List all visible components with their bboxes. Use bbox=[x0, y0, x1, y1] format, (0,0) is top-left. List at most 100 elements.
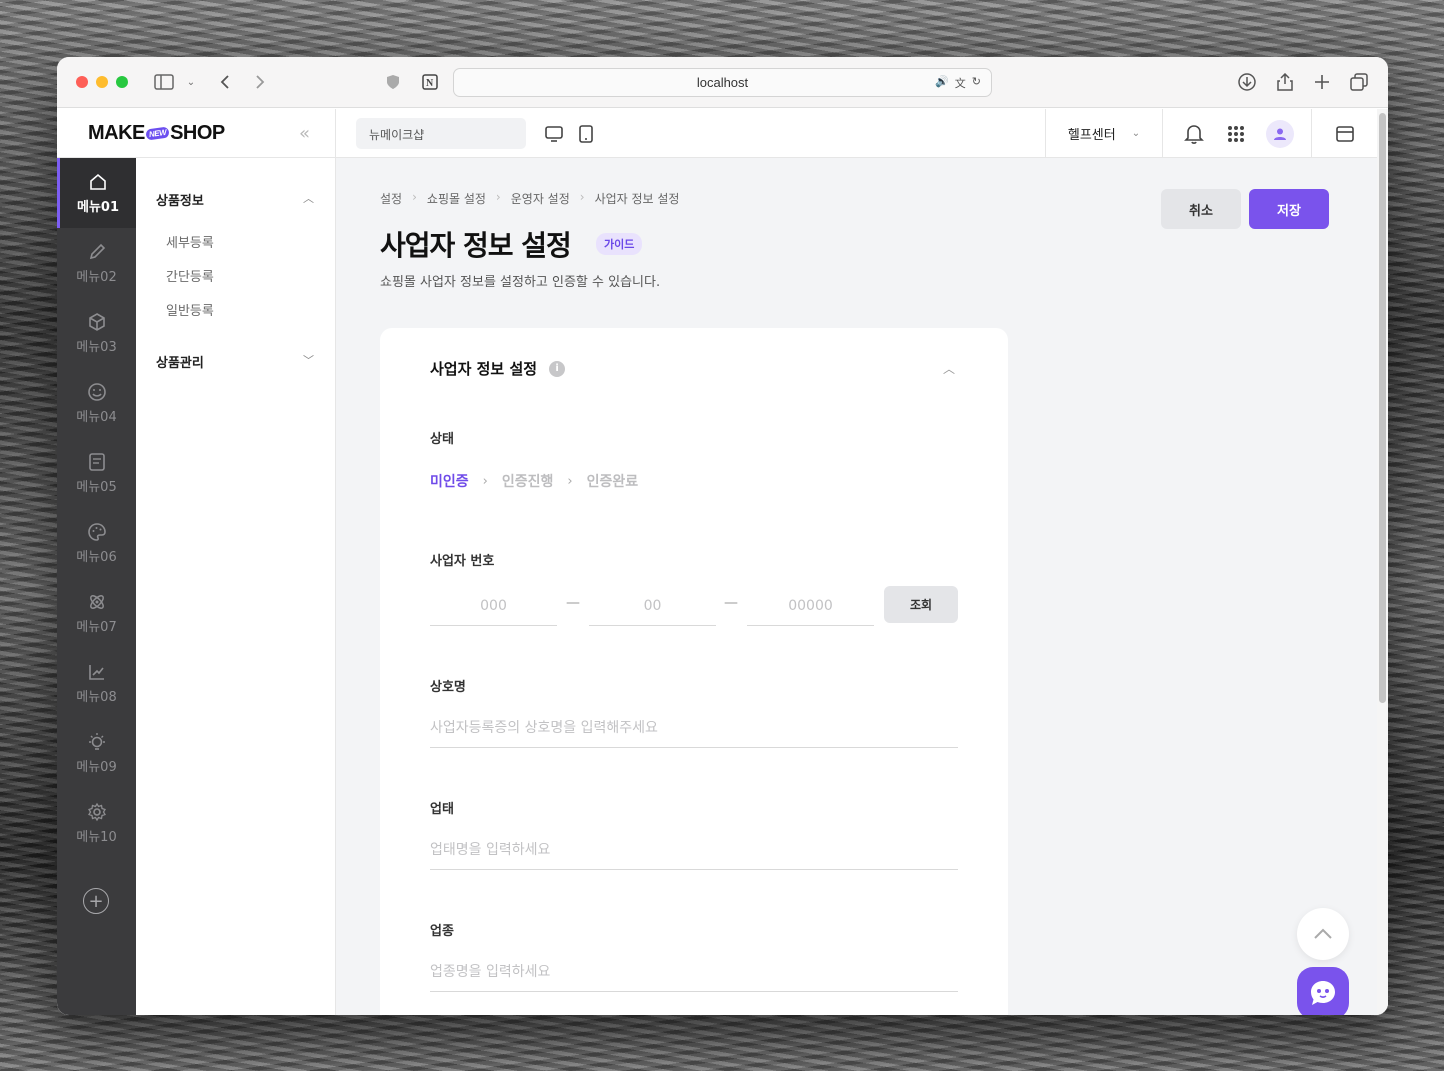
rail-item-menu06[interactable]: 메뉴06 bbox=[57, 508, 136, 578]
tab-overview-icon[interactable] bbox=[1347, 70, 1371, 94]
bell-icon[interactable] bbox=[1182, 122, 1206, 146]
sidebar-toggle-icon[interactable] bbox=[152, 70, 176, 94]
browser-window: ⌄ N localhost 🔊 文 ↻ MAKE NEW SHOP « 뉴메이크… bbox=[57, 57, 1388, 1015]
page-title: 사업자 정보 설정 bbox=[380, 229, 572, 262]
rail-item-label: 메뉴10 bbox=[76, 829, 117, 845]
share-icon[interactable] bbox=[1273, 70, 1297, 94]
help-center-label: 헬프센터 bbox=[1067, 128, 1116, 143]
bulb-icon bbox=[88, 732, 105, 750]
panel-toggle-button[interactable] bbox=[1311, 109, 1377, 158]
rail-item-menu01[interactable]: 메뉴01 bbox=[57, 158, 136, 228]
reload-icon[interactable]: ↻ bbox=[972, 75, 981, 91]
rail-item-menu07[interactable]: 메뉴07 bbox=[57, 578, 136, 648]
address-bar-icons: 🔊 文 ↻ bbox=[935, 75, 981, 91]
scrollbar-thumb[interactable] bbox=[1379, 113, 1386, 703]
translate-icon[interactable]: 文 bbox=[955, 75, 966, 91]
business-number-part2-input[interactable]: 00 bbox=[589, 586, 716, 626]
card-title-text: 사업자 정보 설정 bbox=[430, 360, 538, 378]
logo-text-make: MAKE bbox=[88, 122, 145, 144]
makeshop-logo[interactable]: MAKE NEW SHOP bbox=[88, 122, 225, 145]
shop-selector[interactable]: 뉴메이크샵 bbox=[356, 118, 526, 149]
subnav-item-simple-registration[interactable]: 간단등록 bbox=[166, 266, 214, 285]
save-button[interactable]: 저장 bbox=[1249, 189, 1329, 229]
user-avatar[interactable] bbox=[1266, 120, 1294, 148]
main-menu-rail: 메뉴01 메뉴02 메뉴03 메뉴04 메뉴05 메뉴06 메뉴07 메뉴08 … bbox=[57, 158, 136, 1015]
collapse-sidebar-icon[interactable]: « bbox=[299, 123, 310, 144]
rail-item-label: 메뉴03 bbox=[76, 339, 117, 355]
back-arrow-icon[interactable] bbox=[213, 70, 237, 94]
breadcrumb-item[interactable]: 쇼핑몰 설정 bbox=[427, 190, 486, 207]
rail-item-menu09[interactable]: 메뉴09 bbox=[57, 718, 136, 788]
scroll-to-top-button[interactable] bbox=[1297, 908, 1349, 960]
logo-badge-new: NEW bbox=[145, 126, 170, 141]
subnav-group-product-info[interactable]: 상품정보 ︿ bbox=[156, 190, 314, 209]
business-item-input[interactable]: 업종명을 입력하세요 bbox=[430, 952, 958, 992]
rail-item-menu08[interactable]: 메뉴08 bbox=[57, 648, 136, 718]
business-type-input[interactable]: 업태명을 입력하세요 bbox=[430, 830, 958, 870]
cancel-button[interactable]: 취소 bbox=[1161, 189, 1241, 229]
palette-icon bbox=[87, 522, 106, 541]
help-center-dropdown[interactable]: 헬프센터 ⌄ bbox=[1045, 109, 1163, 158]
privacy-shield-icon[interactable] bbox=[381, 70, 405, 94]
notion-extension-icon[interactable]: N bbox=[418, 70, 442, 94]
page-scrollbar[interactable] bbox=[1377, 109, 1388, 1015]
atom-icon bbox=[89, 594, 104, 609]
url-text: localhost bbox=[696, 75, 749, 90]
header-divider bbox=[335, 109, 336, 158]
rail-item-label: 메뉴09 bbox=[76, 759, 117, 775]
business-number-label: 사업자 번호 bbox=[430, 554, 495, 569]
rail-item-label: 메뉴04 bbox=[76, 409, 117, 425]
business-item-label: 업종 bbox=[430, 924, 454, 939]
chevron-down-icon[interactable]: ⌄ bbox=[179, 70, 203, 94]
forward-arrow-icon[interactable] bbox=[248, 70, 272, 94]
company-name-input[interactable]: 사업자등록증의 상호명을 입력해주세요 bbox=[430, 708, 958, 748]
speaker-icon[interactable]: 🔊 bbox=[935, 75, 949, 91]
box-icon bbox=[88, 312, 105, 331]
breadcrumb-item[interactable]: 운영자 설정 bbox=[511, 190, 570, 207]
rail-item-menu04[interactable]: 메뉴04 bbox=[57, 368, 136, 438]
chevron-up-icon: ︿ bbox=[303, 192, 314, 205]
address-bar[interactable]: localhost 🔊 文 ↻ bbox=[453, 68, 992, 97]
breadcrumb-item[interactable]: 사업자 정보 설정 bbox=[595, 190, 680, 207]
logo-text-shop: SHOP bbox=[170, 122, 225, 144]
chevron-right-icon: › bbox=[567, 473, 573, 489]
svg-text:N: N bbox=[426, 78, 434, 89]
subnav-item-general-registration[interactable]: 일반등록 bbox=[166, 300, 214, 319]
rail-item-menu05[interactable]: 메뉴05 bbox=[57, 438, 136, 508]
chat-bot-icon bbox=[1311, 981, 1335, 1005]
chevron-right-icon: › bbox=[482, 473, 488, 489]
status-step-unverified: 미인증 bbox=[430, 474, 469, 490]
business-number-part1-input[interactable]: 000 bbox=[430, 586, 557, 626]
subnav-group-product-management[interactable]: 상품관리 ﹀ bbox=[156, 352, 314, 371]
breadcrumb: 설정 › 쇼핑몰 설정 › 운영자 설정 › 사업자 정보 설정 bbox=[380, 190, 679, 207]
mobile-view-icon[interactable] bbox=[576, 124, 596, 144]
apps-grid-icon[interactable] bbox=[1224, 122, 1248, 146]
chevron-up-icon[interactable]: ︿ bbox=[943, 360, 955, 377]
browser-toolbar: ⌄ N localhost 🔊 文 ↻ bbox=[57, 57, 1388, 108]
rail-item-label: 메뉴07 bbox=[76, 619, 117, 635]
download-icon[interactable] bbox=[1235, 70, 1259, 94]
chevron-right-icon: › bbox=[412, 190, 417, 204]
business-type-label: 업태 bbox=[430, 802, 454, 817]
zoom-window-button[interactable] bbox=[116, 76, 128, 88]
desktop-view-icon[interactable] bbox=[544, 124, 564, 144]
minimize-window-button[interactable] bbox=[96, 76, 108, 88]
new-tab-icon[interactable] bbox=[1310, 70, 1334, 94]
status-step-complete: 인증완료 bbox=[586, 474, 639, 490]
document-icon bbox=[88, 452, 105, 471]
sub-navigation: 상품정보 ︿ 세부등록 간단등록 일반등록 상품관리 ﹀ bbox=[136, 158, 336, 1015]
gear-icon bbox=[87, 802, 106, 821]
guide-badge[interactable]: 가이드 bbox=[596, 233, 643, 255]
lookup-button[interactable]: 조회 bbox=[884, 586, 958, 623]
rail-item-label: 메뉴08 bbox=[76, 689, 117, 705]
add-menu-icon[interactable]: + bbox=[83, 888, 109, 914]
rail-item-menu02[interactable]: 메뉴02 bbox=[57, 228, 136, 298]
breadcrumb-item[interactable]: 설정 bbox=[380, 190, 402, 207]
rail-item-menu10[interactable]: 메뉴10 bbox=[57, 788, 136, 858]
rail-item-menu03[interactable]: 메뉴03 bbox=[57, 298, 136, 368]
chat-button[interactable] bbox=[1297, 967, 1349, 1015]
info-icon[interactable]: i bbox=[549, 360, 566, 377]
business-number-part3-input[interactable]: 00000 bbox=[747, 586, 874, 626]
subnav-item-detail-registration[interactable]: 세부등록 bbox=[166, 232, 214, 251]
close-window-button[interactable] bbox=[76, 76, 88, 88]
